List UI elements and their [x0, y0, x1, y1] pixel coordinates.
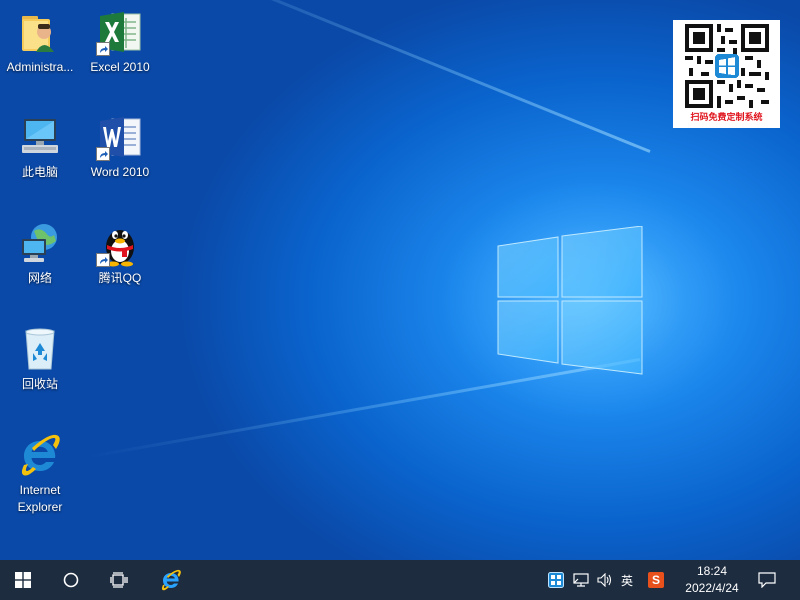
desktop-icon-label: 网络 [27, 271, 52, 285]
qr-caption: 扫码免费定制系统 [690, 112, 763, 122]
ime-label: S [651, 573, 660, 587]
windows-start-icon [15, 572, 31, 588]
desktop-icon-label: Excel 2010 [90, 60, 150, 74]
tray-app-icon[interactable] [545, 560, 567, 600]
action-center-button[interactable] [752, 560, 782, 600]
desktop-icon-internet-explorer[interactable]: Internet Explorer [0, 431, 80, 516]
desktop-icon-administrator[interactable]: Administra... [0, 8, 80, 76]
desktop-icon-label: 腾讯QQ [98, 271, 142, 285]
computer-icon [16, 113, 64, 161]
sogou-ime-icon: S [648, 572, 664, 588]
recycle-bin-icon [16, 325, 64, 373]
internet-explorer-icon [161, 569, 181, 591]
excel-icon [96, 8, 144, 56]
user-folder-icon [16, 8, 64, 56]
wallpaper-light-ray [130, 0, 651, 153]
internet-explorer-icon [16, 431, 64, 479]
desktop-icon-label: 此电脑 [21, 165, 58, 179]
tray-language[interactable]: 英 [617, 560, 637, 600]
clock-date: 2022/4/24 [685, 581, 739, 595]
qr-code-image [684, 24, 769, 108]
system-clock[interactable]: 18:24 2022/4/24 [672, 563, 752, 597]
taskbar-internet-explorer[interactable] [148, 560, 194, 600]
task-view-button[interactable] [96, 560, 142, 600]
desktop-icon-network[interactable]: 网络 [0, 219, 80, 287]
system-tool-icon [548, 572, 564, 588]
desktop-icon-label: Administra... [6, 60, 74, 74]
shortcut-arrow-icon [96, 253, 110, 267]
desktop-icon-recycle-bin[interactable]: 回收站 [0, 325, 80, 393]
desktop-icon-qq[interactable]: 腾讯QQ [80, 219, 160, 287]
windows-logo-wallpaper [497, 226, 643, 375]
cortana-circle-icon [63, 572, 79, 588]
search-button[interactable] [48, 560, 94, 600]
notification-icon [758, 572, 776, 588]
desktop-icon-this-pc[interactable]: 此电脑 [0, 113, 80, 181]
shortcut-arrow-icon [96, 42, 110, 56]
clock-time: 18:24 [696, 564, 728, 578]
desktop-icon-label: Word 2010 [90, 165, 150, 179]
desktop-icon-label: Internet Explorer [17, 483, 63, 514]
tray-network[interactable] [570, 560, 592, 600]
qr-code-widget[interactable]: 扫码免费定制系统 [673, 20, 780, 128]
task-view-icon [110, 572, 128, 588]
desktop-icon-excel[interactable]: Excel 2010 [80, 8, 160, 76]
network-status-icon [573, 573, 589, 587]
qq-penguin-icon [96, 219, 144, 267]
tray-volume[interactable] [594, 560, 616, 600]
shortcut-arrow-icon [96, 147, 110, 161]
network-icon [16, 219, 64, 267]
start-button[interactable] [0, 560, 46, 600]
desktop-icon-label: 回收站 [21, 377, 58, 391]
word-icon [96, 113, 144, 161]
taskbar: 英 S 18:24 2022/4/24 [0, 560, 800, 600]
tray-ime[interactable]: S [645, 560, 667, 600]
desktop-icon-word[interactable]: Word 2010 [80, 113, 160, 181]
speaker-icon [597, 573, 612, 587]
